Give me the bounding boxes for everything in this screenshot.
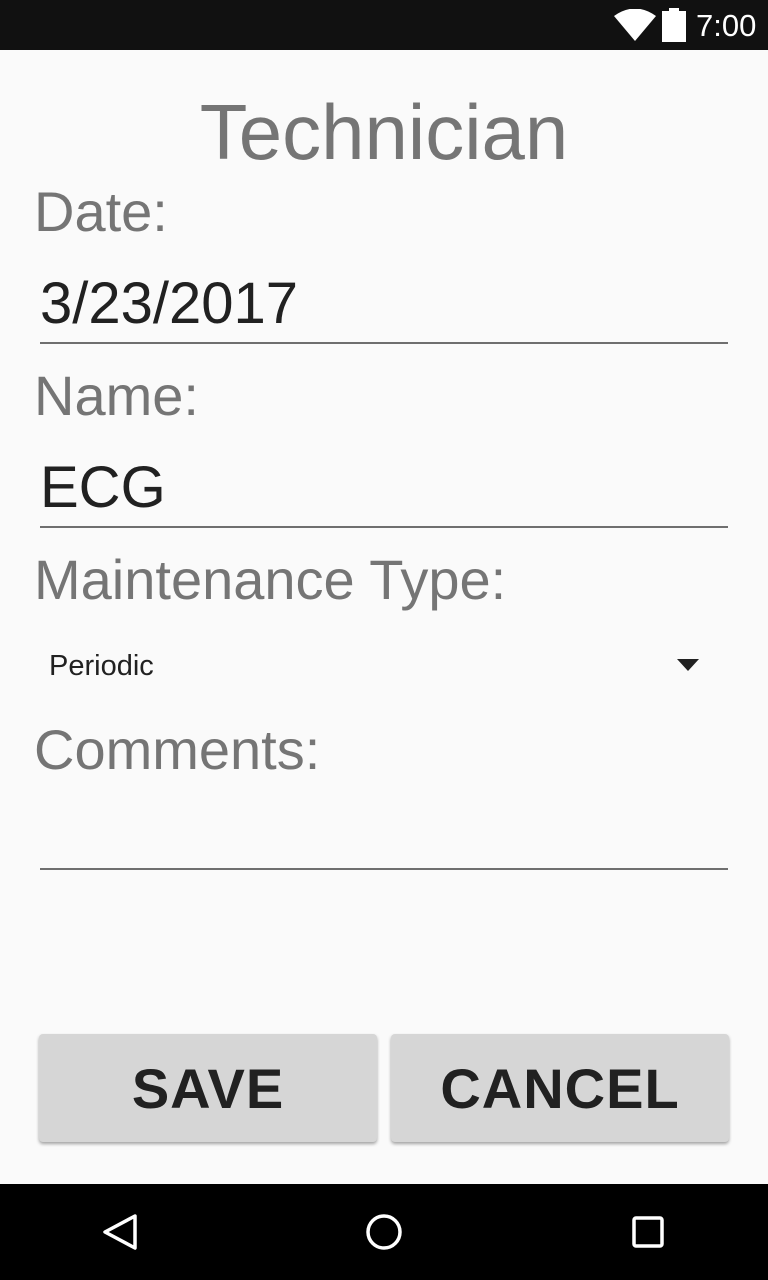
status-bar: 7:00 (0, 0, 768, 50)
name-field-underline (40, 526, 728, 528)
navigation-bar (0, 1184, 768, 1280)
back-icon[interactable] (100, 1212, 140, 1252)
cancel-button[interactable]: CANCEL (391, 1034, 729, 1142)
date-field[interactable]: 3/23/2017 (40, 272, 298, 336)
comments-label: Comments: (34, 718, 321, 781)
recents-icon[interactable] (628, 1212, 668, 1252)
name-field[interactable]: ECG (40, 456, 166, 520)
status-time: 7:00 (696, 8, 757, 43)
wifi-icon (614, 9, 656, 41)
name-label: Name: (34, 364, 199, 427)
save-button[interactable]: SAVE (39, 1034, 377, 1142)
maintenance-type-label: Maintenance Type: (34, 548, 507, 611)
home-icon[interactable] (364, 1212, 404, 1252)
dropdown-arrow-icon (677, 659, 699, 671)
date-label: Date: (34, 180, 168, 243)
comments-field-underline (40, 868, 728, 870)
maintenance-type-selected: Periodic (49, 650, 154, 682)
maintenance-type-dropdown[interactable]: Periodic (34, 630, 728, 702)
comments-field[interactable] (40, 802, 728, 866)
technician-form: Technician Date: 3/23/2017 Name: ECG Mai… (0, 50, 768, 1184)
page-title: Technician (199, 88, 569, 176)
battery-icon (662, 8, 686, 42)
date-field-underline (40, 342, 728, 344)
